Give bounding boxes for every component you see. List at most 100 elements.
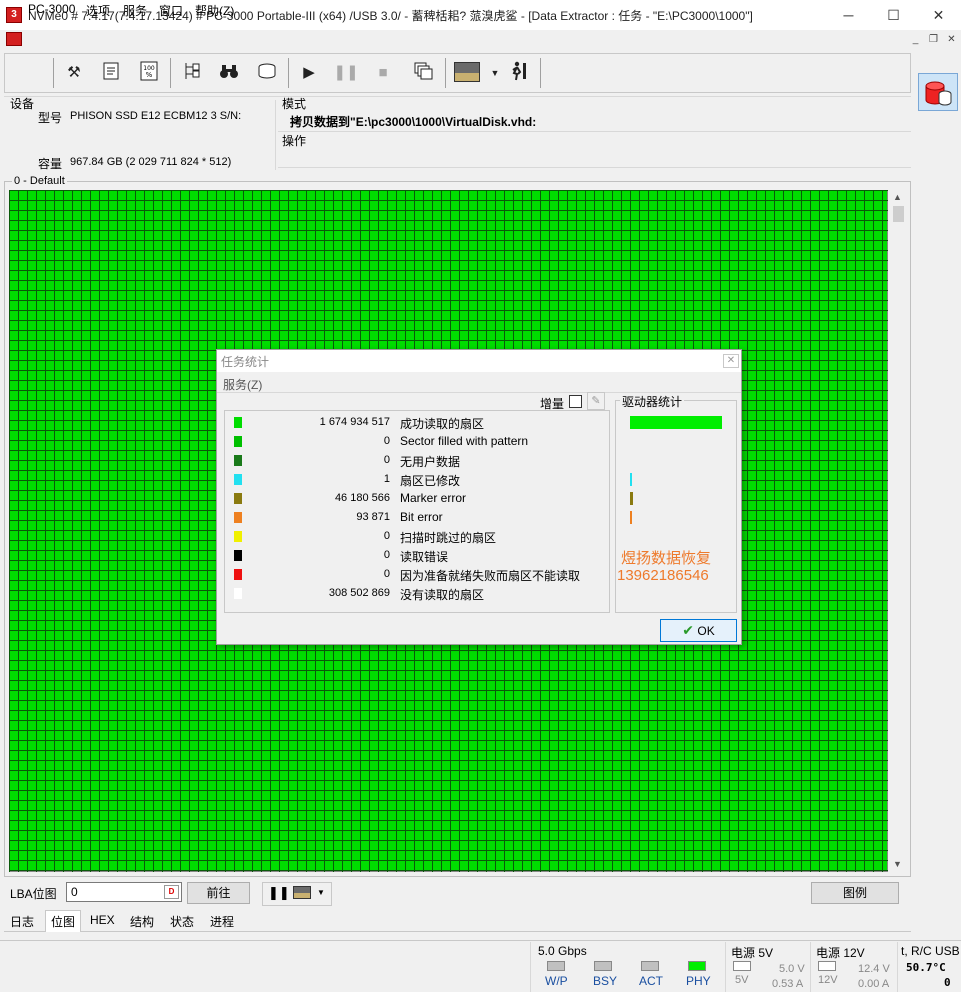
model-label: 型号 [38,111,63,125]
menu-service[interactable]: 服务 [123,2,147,19]
divider [278,131,911,132]
menu-help[interactable]: 帮助(Z) [195,2,234,19]
ok-button[interactable]: ✔ OK [660,619,737,642]
tab-bitmap[interactable]: 位图 [48,913,78,930]
divider [810,942,811,992]
decimal-toggle-icon[interactable]: D [164,885,179,899]
dialog-close-button[interactable]: ✕ [723,354,739,368]
model-value: PHISON SSD E12 ECBM12 3 S/N: [70,110,242,122]
mdi-restore-button[interactable]: ❐ [926,33,941,46]
close-button[interactable]: ✕ [916,0,961,30]
divider [897,942,898,992]
pause-icon[interactable]: ❚❚ [333,60,359,86]
act-led [641,961,659,971]
tree-icon[interactable] [178,60,204,86]
exit-icon[interactable] [506,60,532,86]
tab-log[interactable]: 日志 [7,913,37,930]
goto-button[interactable]: 前往 [187,882,250,904]
power-12v-label: 电源 12V [816,946,865,960]
stat-label: 扇区已修改 [400,474,461,488]
power-5v-voltage: 5.0 V [779,963,805,975]
scroll-thumb[interactable] [893,206,904,222]
stat-value: 0 [383,549,390,561]
operation-label: 操作 [282,134,307,148]
stop-icon[interactable]: ■ [370,60,396,86]
bitmap-scrollbar[interactable] [890,190,907,872]
copy-windows-icon[interactable] [410,60,436,86]
divider [530,942,531,992]
temperature-value: 50.7°C [906,961,946,974]
tools-icon[interactable]: ⚒ [61,60,87,86]
stat-value: 1 [383,473,390,485]
dialog-title-bar [217,350,741,372]
tab-process[interactable]: 进程 [207,913,237,930]
power-5v-current: 0.53 A [772,978,804,990]
watermark-phone: 13962186546 [617,567,709,584]
power-5v-label: 电源 5V [731,946,774,960]
link-speed: 5.0 Gbps [538,944,587,958]
check-icon: ✔ [682,622,695,638]
scroll-down-icon[interactable]: ▼ [893,859,902,869]
drive-bar-marker-error [630,492,633,505]
percent-icon[interactable]: 100% [136,60,162,86]
stat-value: 1 674 934 517 [319,416,390,428]
power-5v-led-label: 5V [735,974,749,986]
drive-bar-modified [630,473,632,486]
device-panel-button[interactable] [918,73,958,111]
disk-icon[interactable] [254,60,280,86]
drive-bar-success [630,416,722,429]
dialog-title: 任务统计 [221,355,270,369]
drive-stats-label: 驱动器统计 [620,393,685,410]
stat-value: 0 [383,435,390,447]
power-12v-voltage: 12.4 V [858,963,890,975]
tab-structure[interactable]: 结构 [127,913,157,930]
dropdown-icon[interactable]: ▼ [482,60,508,86]
increment-checkbox[interactable] [569,395,582,408]
stat-value: 0 [383,568,390,580]
image-icon[interactable] [454,62,480,82]
toolbar-separator [540,58,541,88]
capacity-label: 容量 [38,157,63,171]
brush-icon[interactable]: ✎ [587,392,605,410]
pause-bitmap-icon[interactable]: ❚❚ [268,885,290,901]
stat-label: Bit error [400,510,443,524]
view-mode-icon[interactable] [293,886,311,899]
mode-value: 拷贝数据到"E:\pc3000\1000\VirtualDisk.vhd: [290,115,537,129]
mdi-close-button[interactable]: ✕ [944,33,959,46]
power-12v-led[interactable] [818,961,836,971]
stat-label: Marker error [400,491,467,505]
ok-label: OK [697,624,715,638]
temperature-count: 0 [944,976,951,989]
scroll-icon[interactable] [98,60,124,86]
power-12v-current: 0.00 A [858,978,890,990]
database-icon [925,81,952,106]
minimize-button[interactable]: ─ [826,0,871,30]
tab-status[interactable]: 状态 [167,913,197,930]
wp-led [547,961,565,971]
scroll-up-icon[interactable]: ▲ [893,192,902,202]
view-mode-dropdown-icon[interactable]: ▼ [317,888,325,897]
menu-window[interactable]: 窗口 [159,2,183,19]
play-icon[interactable]: ▶ [296,60,322,86]
divider [275,100,276,170]
maximize-button[interactable]: ☐ [871,0,916,30]
mode-label: 模式 [282,97,307,111]
divider [278,167,911,168]
toolbar-separator [53,58,54,88]
legend-button[interactable]: 图例 [811,882,899,904]
tab-hex[interactable]: HEX [87,913,118,927]
stat-label: Sector filled with pattern [400,434,529,448]
stat-label: 无用户数据 [400,455,461,469]
dialog-menu-service[interactable]: 服务(Z) [223,376,262,393]
stat-label: 成功读取的扇区 [400,417,485,431]
power-5v-led[interactable] [733,961,751,971]
mdi-minimize-button[interactable]: _ [908,33,923,46]
binoculars-icon[interactable] [216,60,242,86]
lba-label: LBA位图 [10,887,57,901]
menu-pc3000[interactable]: PC-3000 [28,2,75,16]
pc3000-menu-icon [6,32,22,46]
menu-options[interactable]: 选项 [86,2,110,19]
stat-value: 46 180 566 [334,492,390,504]
toolbar-separator [170,58,171,88]
increment-label: 增量 [540,397,565,411]
